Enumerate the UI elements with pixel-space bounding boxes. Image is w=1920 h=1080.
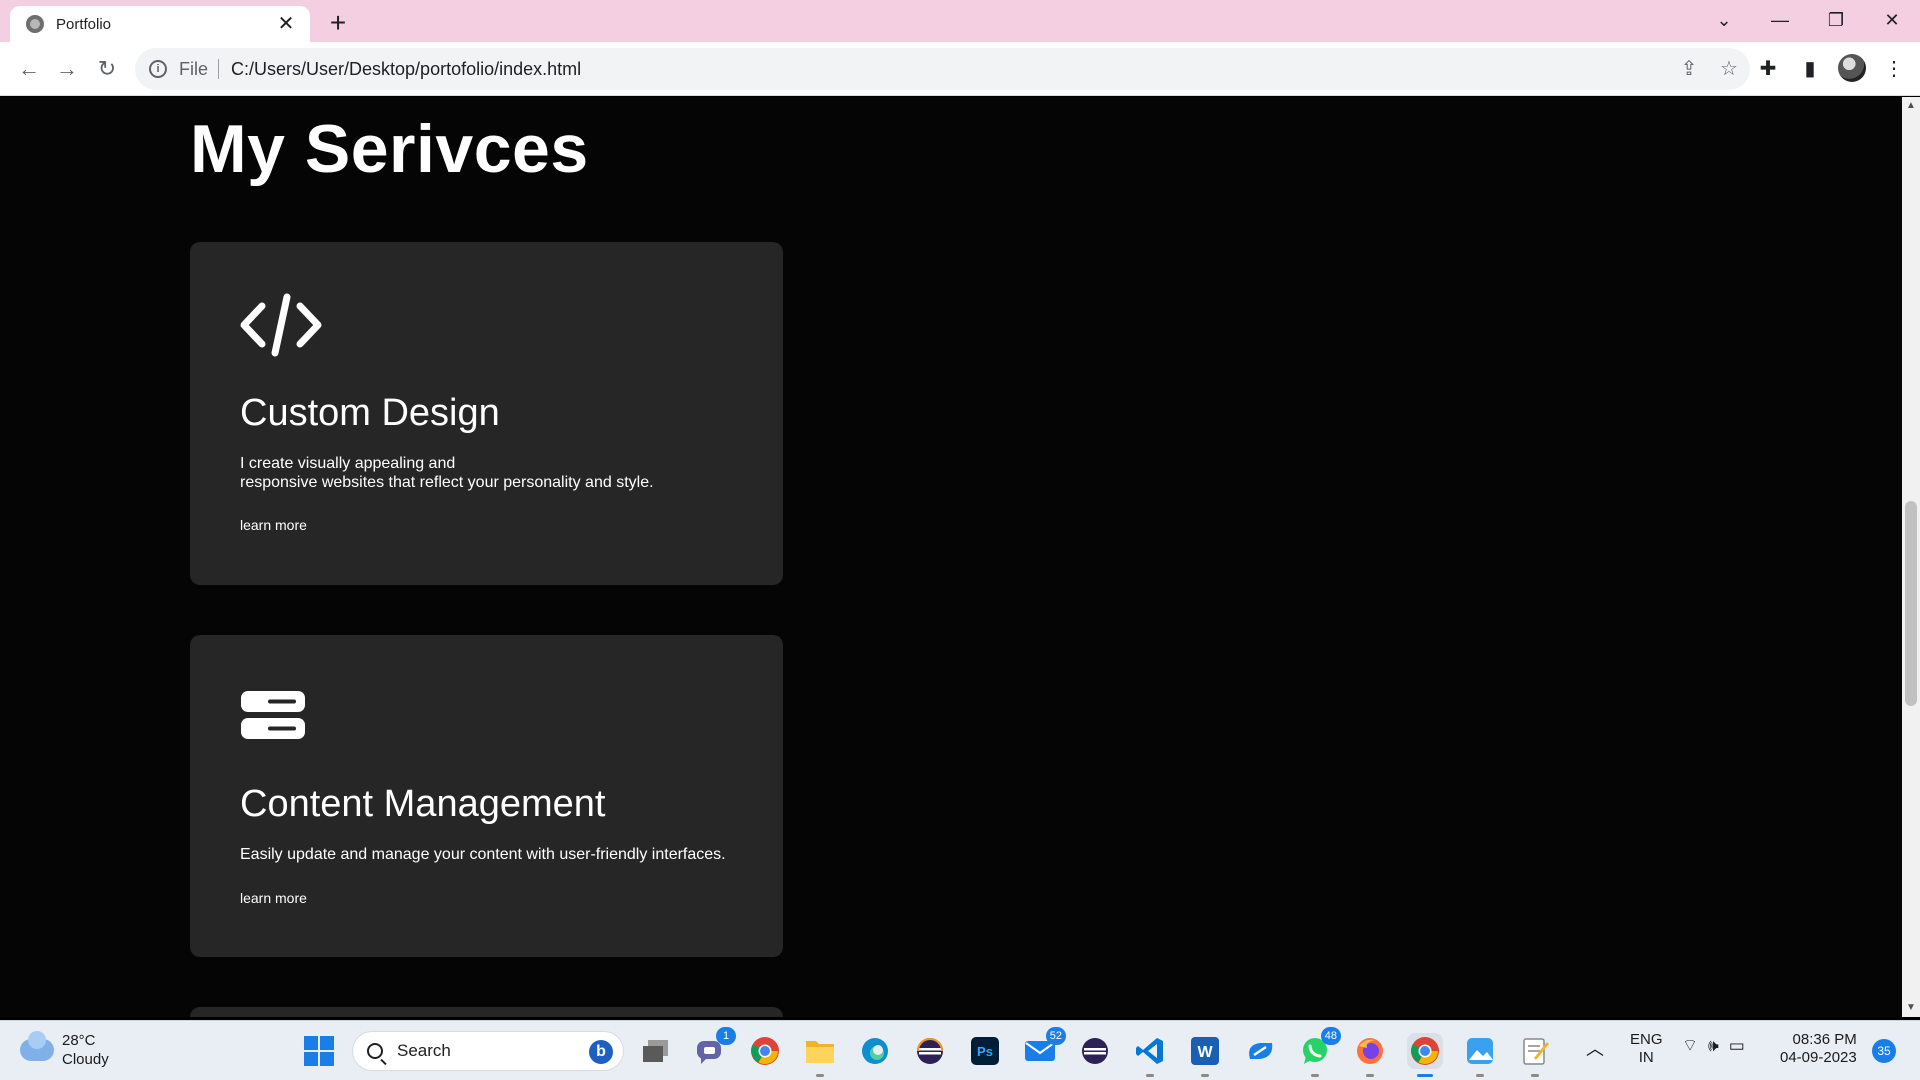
battery-icon[interactable]: ▭ bbox=[1729, 1036, 1745, 1056]
tab-portfolio[interactable]: Portfolio ✕ bbox=[10, 6, 310, 42]
tab-title: Portfolio bbox=[56, 15, 112, 33]
weather-temp: 28°C bbox=[62, 1032, 96, 1049]
card-description-line: responsive websites that reflect your pe… bbox=[240, 474, 654, 491]
tab-search-icon[interactable]: ⌄ bbox=[1696, 0, 1752, 40]
card-title: Content Management bbox=[240, 783, 606, 825]
whatsapp-badge: 48 bbox=[1320, 1027, 1341, 1045]
bookmark-star-icon[interactable]: ☆ bbox=[1718, 58, 1740, 80]
language-indicator[interactable]: ENG IN bbox=[1630, 1031, 1663, 1067]
scroll-thumb[interactable] bbox=[1905, 501, 1917, 706]
window-controls: ⌄ — ❐ ✕ bbox=[1696, 0, 1920, 42]
word-icon[interactable]: W bbox=[1187, 1033, 1223, 1077]
eclipse-ide-icon[interactable] bbox=[1077, 1033, 1113, 1069]
site-info-icon[interactable]: i bbox=[149, 60, 167, 78]
vertical-scrollbar[interactable]: ▲ ▼ bbox=[1902, 97, 1920, 1017]
remote-desktop-icon[interactable] bbox=[1242, 1033, 1278, 1069]
clock-date: 04-09-2023 bbox=[1780, 1049, 1857, 1066]
mail-icon[interactable]: 52 bbox=[1022, 1027, 1066, 1069]
bing-icon[interactable]: b bbox=[589, 1040, 613, 1064]
profile-avatar[interactable] bbox=[1838, 54, 1866, 82]
file-explorer-icon[interactable] bbox=[802, 1033, 838, 1077]
learn-more-link[interactable]: learn more bbox=[240, 517, 307, 533]
task-view-icon[interactable] bbox=[638, 1033, 674, 1069]
eclipse-icon[interactable] bbox=[912, 1033, 948, 1069]
url-text[interactable]: C:/Users/User/Desktop/portofolio/index.h… bbox=[231, 59, 581, 80]
side-panel-icon[interactable]: ▮ bbox=[1796, 54, 1824, 82]
notepad-icon[interactable] bbox=[1517, 1033, 1553, 1077]
reload-button[interactable]: ↻ bbox=[92, 54, 122, 84]
search-label: Search bbox=[397, 1041, 451, 1060]
minimize-button[interactable]: — bbox=[1752, 0, 1808, 40]
vscode-icon[interactable] bbox=[1132, 1033, 1168, 1077]
teams-chat-icon[interactable]: 1 bbox=[692, 1027, 736, 1069]
scroll-down-arrow-icon[interactable]: ▼ bbox=[1902, 999, 1920, 1017]
close-tab-icon[interactable]: ✕ bbox=[274, 14, 298, 34]
extensions-icon[interactable]: ✚ bbox=[1754, 54, 1782, 82]
restore-button[interactable]: ❐ bbox=[1808, 0, 1864, 40]
tab-strip: Portfolio ✕ + ⌄ — ❐ ✕ bbox=[0, 0, 1920, 42]
address-bar[interactable]: i File C:/Users/User/Desktop/portofolio/… bbox=[135, 48, 1750, 90]
weather-desc: Cloudy bbox=[62, 1051, 109, 1068]
lang-line2: IN bbox=[1638, 1049, 1654, 1066]
new-tab-button[interactable]: + bbox=[322, 8, 354, 40]
clock-time: 08:36 PM bbox=[1792, 1031, 1857, 1048]
teams-badge: 1 bbox=[716, 1027, 736, 1045]
code-icon bbox=[240, 293, 322, 357]
browser-toolbar: ← → ↻ i File C:/Users/User/Desktop/porto… bbox=[0, 42, 1920, 96]
photos-icon[interactable] bbox=[1462, 1033, 1498, 1077]
chrome-active-icon[interactable] bbox=[1407, 1033, 1443, 1077]
forward-button[interactable]: → bbox=[52, 54, 82, 84]
taskbar: 28°C Cloudy Search b 1 Ps 52 W 48 ︿ ENG … bbox=[0, 1020, 1920, 1080]
notification-badge[interactable]: 35 bbox=[1872, 1039, 1896, 1063]
section-title: My Serivces bbox=[190, 111, 589, 187]
service-card-content-management: Content Management Easily update and man… bbox=[190, 635, 783, 957]
service-card-partial bbox=[190, 1007, 783, 1017]
clock[interactable]: 08:36 PM 04-09-2023 bbox=[1780, 1031, 1857, 1067]
system-tray-icons[interactable]: ⌔ 🕪 ▭ bbox=[1682, 1035, 1745, 1056]
close-window-button[interactable]: ✕ bbox=[1864, 0, 1920, 40]
server-icon bbox=[241, 691, 305, 739]
url-scheme: File bbox=[179, 59, 220, 79]
scroll-up-arrow-icon[interactable]: ▲ bbox=[1902, 97, 1920, 115]
page-viewport: My Serivces Custom Design I create visua… bbox=[0, 97, 1902, 1017]
lang-line1: ENG bbox=[1630, 1031, 1663, 1048]
learn-more-link[interactable]: learn more bbox=[240, 890, 307, 906]
back-button[interactable]: ← bbox=[14, 54, 44, 84]
card-description-line: I create visually appealing and bbox=[240, 455, 456, 472]
card-description: Easily update and manage your content wi… bbox=[240, 846, 726, 863]
photoshop-icon[interactable]: Ps bbox=[967, 1033, 1003, 1069]
menu-kebab-icon[interactable]: ⋮ bbox=[1880, 54, 1908, 82]
mail-badge: 52 bbox=[1045, 1027, 1066, 1045]
chrome-icon[interactable] bbox=[747, 1033, 783, 1069]
card-title: Custom Design bbox=[240, 392, 500, 434]
cloud-icon bbox=[20, 1031, 54, 1061]
service-card-custom-design: Custom Design I create visually appealin… bbox=[190, 242, 783, 585]
taskbar-search[interactable]: Search b bbox=[352, 1031, 624, 1071]
volume-icon[interactable]: 🕪 bbox=[1708, 1036, 1719, 1056]
svg-text:Ps: Ps bbox=[977, 1044, 993, 1059]
share-icon[interactable]: ⇪ bbox=[1678, 58, 1700, 80]
firefox-icon[interactable] bbox=[1352, 1033, 1388, 1077]
whatsapp-icon[interactable]: 48 bbox=[1297, 1027, 1341, 1077]
card-description: I create visually appealing and responsi… bbox=[240, 454, 760, 492]
show-hidden-icons[interactable]: ︿ bbox=[1586, 1035, 1604, 1061]
windows-start-icon[interactable] bbox=[304, 1036, 334, 1066]
svg-text:W: W bbox=[1197, 1044, 1213, 1061]
chevron-up-icon[interactable]: ︿ bbox=[1586, 1035, 1604, 1061]
globe-icon bbox=[26, 15, 44, 33]
search-icon bbox=[367, 1043, 383, 1059]
wifi-icon[interactable]: ⌔ bbox=[1682, 1035, 1698, 1056]
weather-widget[interactable]: 28°C Cloudy bbox=[20, 1031, 109, 1069]
edge-icon[interactable] bbox=[857, 1033, 893, 1069]
